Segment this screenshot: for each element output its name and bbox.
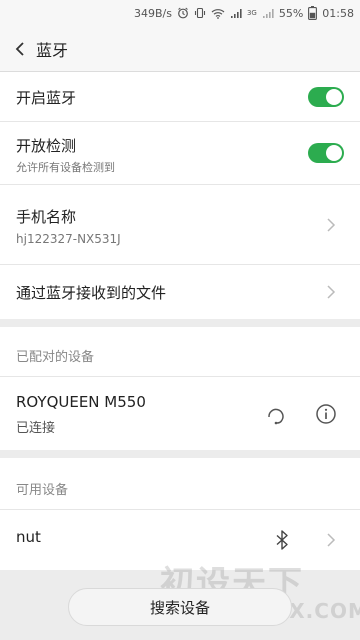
- search-devices-button[interactable]: 搜索设备: [68, 588, 292, 626]
- headset-icon[interactable]: [264, 402, 288, 426]
- available-devices-card: 可用设备 nut: [0, 458, 360, 570]
- available-device-row[interactable]: nut: [0, 510, 360, 570]
- network-speed: 349B/s: [133, 6, 172, 20]
- discoverable-toggle[interactable]: [308, 143, 344, 163]
- chevron-right-icon: [327, 218, 336, 232]
- discoverable-row[interactable]: 开放检测 允许所有设备检测到: [0, 122, 360, 185]
- device-name-label: 手机名称: [16, 208, 77, 226]
- discoverable-label: 开放检测: [16, 137, 77, 155]
- received-files-label: 通过蓝牙接收到的文件: [16, 284, 167, 302]
- discoverable-subtitle: 允许所有设备检测到: [16, 161, 115, 174]
- device-name-row[interactable]: 手机名称 hj122327-NX531J: [0, 185, 360, 265]
- clock: 01:58: [322, 6, 354, 20]
- available-section-header: 可用设备: [0, 458, 360, 510]
- device-name-value: hj122327-NX531J: [16, 232, 121, 246]
- battery-percent: 55%: [278, 6, 304, 20]
- enable-bluetooth-row[interactable]: 开启蓝牙: [0, 72, 360, 122]
- vibrate-icon: [194, 7, 206, 19]
- received-files-row[interactable]: 通过蓝牙接收到的文件: [0, 265, 360, 319]
- enable-bluetooth-label: 开启蓝牙: [16, 89, 77, 107]
- bluetooth-settings-card: 开启蓝牙 开放检测 允许所有设备检测到 手机名称 hj122327-NX531J…: [0, 72, 360, 319]
- paired-section-label: 已配对的设备: [16, 350, 95, 365]
- alarm-icon: [177, 7, 189, 19]
- wifi-icon: [211, 8, 225, 19]
- chevron-right-icon: [327, 533, 336, 547]
- device-info-button[interactable]: [314, 402, 338, 426]
- status-bar: 349B/s 3G 55% 01:58: [0, 0, 360, 26]
- back-button[interactable]: [4, 26, 36, 72]
- paired-devices-card: 已配对的设备 ROYQUEEN M550 已连接: [0, 327, 360, 450]
- page-title: 蓝牙: [36, 40, 69, 60]
- signal-icon-2: [262, 8, 274, 19]
- available-section-label: 可用设备: [16, 483, 69, 498]
- info-icon: [316, 404, 336, 424]
- paired-device-row[interactable]: ROYQUEEN M550 已连接: [0, 377, 360, 450]
- chevron-right-icon: [327, 285, 336, 299]
- available-device-name: nut: [16, 528, 41, 546]
- network-type-1: 3G: [246, 8, 257, 17]
- paired-device-name: ROYQUEEN M550: [16, 393, 146, 411]
- paired-device-status: 已连接: [16, 421, 56, 436]
- enable-bluetooth-toggle[interactable]: [308, 87, 344, 107]
- battery-icon: [308, 6, 318, 20]
- signal-icon-1: [230, 8, 242, 19]
- title-bar: 蓝牙: [0, 26, 360, 72]
- chevron-left-icon: [15, 41, 24, 56]
- bluetooth-icon: [270, 528, 294, 552]
- paired-section-header: 已配对的设备: [0, 327, 360, 377]
